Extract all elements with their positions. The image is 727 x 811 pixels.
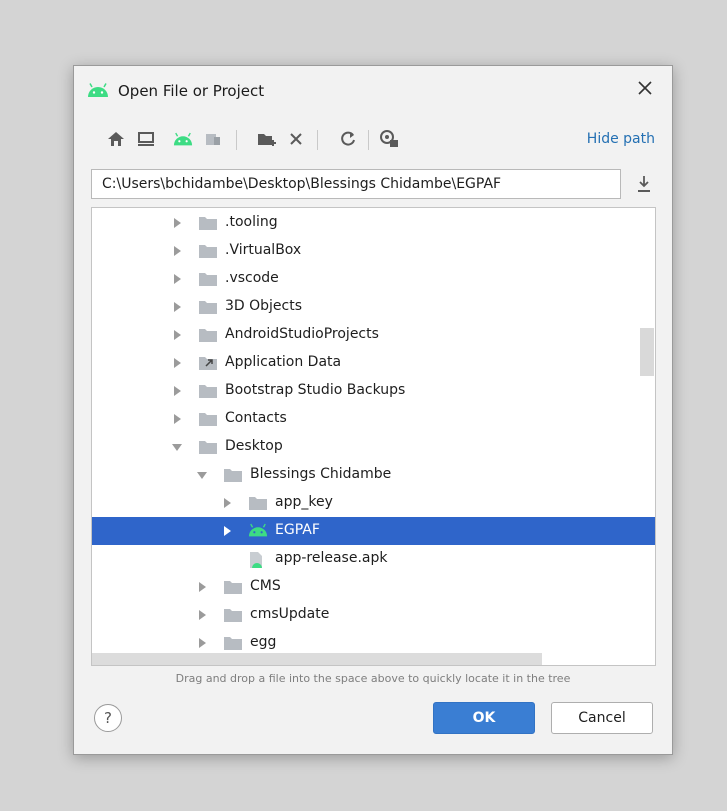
expand-arrow-icon[interactable] xyxy=(174,330,181,340)
tree-item-label: cmsUpdate xyxy=(250,606,330,622)
tree-item-label: egg xyxy=(250,634,277,650)
folder-icon xyxy=(248,495,268,511)
expand-arrow-icon[interactable] xyxy=(174,358,181,368)
expand-arrow-icon[interactable] xyxy=(174,246,181,256)
tree-item[interactable]: .tooling xyxy=(92,209,655,237)
folder-icon xyxy=(198,411,218,427)
toolbar-separator xyxy=(317,130,318,150)
tree-item[interactable]: Contacts xyxy=(92,405,655,433)
delete-icon[interactable] xyxy=(284,127,308,151)
tree-item-label: .vscode xyxy=(225,270,279,286)
tree-item-label: Bootstrap Studio Backups xyxy=(225,382,406,398)
tree-item-label: CMS xyxy=(250,578,281,594)
tree-item-label: .VirtualBox xyxy=(225,242,302,258)
home-icon[interactable] xyxy=(104,127,128,151)
folder-icon xyxy=(198,271,218,287)
tree-item[interactable]: Bootstrap Studio Backups xyxy=(92,377,655,405)
expand-arrow-icon[interactable] xyxy=(199,638,206,648)
tree-item-label: app-release.apk xyxy=(275,550,388,566)
tree-item-label: AndroidStudioProjects xyxy=(225,326,379,342)
collapse-arrow-icon[interactable] xyxy=(172,444,182,451)
tree-item-label: .tooling xyxy=(225,214,278,230)
folder-icon xyxy=(223,635,243,651)
tree-item[interactable]: .vscode xyxy=(92,265,655,293)
folder-icon xyxy=(198,299,218,315)
expand-arrow-icon[interactable] xyxy=(174,386,181,396)
tree-item[interactable]: CMS xyxy=(92,573,655,601)
folder-icon xyxy=(198,439,218,455)
open-file-dialog: Open File or Project Hide path C:\Users\… xyxy=(73,65,673,755)
vertical-scrollbar[interactable] xyxy=(640,328,654,376)
expand-arrow-icon[interactable] xyxy=(224,526,231,536)
folder-icon xyxy=(198,327,218,343)
horizontal-scrollbar[interactable] xyxy=(92,653,542,665)
hide-path-link[interactable]: Hide path xyxy=(587,131,655,147)
tree-item-label: 3D Objects xyxy=(225,298,303,314)
folder-icon xyxy=(223,579,243,595)
toolbar-separator xyxy=(236,130,237,150)
expand-arrow-icon[interactable] xyxy=(174,302,181,312)
drag-drop-hint: Drag and drop a file into the space abov… xyxy=(175,672,571,685)
close-icon xyxy=(638,81,652,99)
expand-arrow-icon[interactable] xyxy=(224,498,231,508)
tree-item[interactable]: AndroidStudioProjects xyxy=(92,321,655,349)
android-icon xyxy=(87,83,109,97)
tree-item[interactable]: app_key xyxy=(92,489,655,517)
folder-icon xyxy=(198,243,218,259)
tree-item-label: EGPAF xyxy=(275,522,320,538)
tree-item-label: Contacts xyxy=(225,410,287,426)
expand-arrow-icon[interactable] xyxy=(174,274,181,284)
dialog-title: Open File or Project xyxy=(118,82,265,100)
tree-item[interactable]: Desktop xyxy=(92,433,655,461)
folder-icon xyxy=(223,607,243,623)
expand-arrow-icon[interactable] xyxy=(174,414,181,424)
apk-file-icon xyxy=(248,551,268,568)
toolbar-separator xyxy=(368,130,369,150)
tree-item-label: Desktop xyxy=(225,438,283,454)
refresh-icon[interactable] xyxy=(336,127,360,151)
ok-button[interactable]: OK xyxy=(433,702,535,734)
folder-icon xyxy=(223,467,243,483)
close-button[interactable] xyxy=(630,75,660,105)
android-project-icon xyxy=(248,523,268,539)
new-folder-icon[interactable] xyxy=(255,127,279,151)
tree-item[interactable]: Application Data xyxy=(92,349,655,377)
path-input[interactable] xyxy=(91,169,621,199)
folder-icon xyxy=(198,383,218,399)
expand-arrow-icon[interactable] xyxy=(199,610,206,620)
download-icon[interactable] xyxy=(633,173,655,195)
desktop-icon[interactable] xyxy=(134,127,158,151)
collapse-arrow-icon[interactable] xyxy=(197,472,207,479)
cancel-button[interactable]: Cancel xyxy=(551,702,653,734)
dialog-titlebar: Open File or Project xyxy=(74,66,672,116)
expand-arrow-icon[interactable] xyxy=(199,582,206,592)
help-button[interactable]: ? xyxy=(94,704,122,732)
tree-item-label: Application Data xyxy=(225,354,342,370)
tree-item[interactable]: EGPAF xyxy=(92,517,655,545)
tree-item-label: Blessings Chidambe xyxy=(250,466,392,482)
module-icon[interactable] xyxy=(201,127,225,151)
tree-item[interactable]: cmsUpdate xyxy=(92,601,655,629)
tree-item[interactable]: .VirtualBox xyxy=(92,237,655,265)
show-hidden-icon[interactable] xyxy=(377,127,401,151)
tree-item-label: app_key xyxy=(275,494,333,510)
expand-arrow-icon[interactable] xyxy=(174,218,181,228)
file-tree[interactable]: egg cmsUpdate CMS app-release.apk EGPAF app_k… xyxy=(91,207,656,666)
folder-icon xyxy=(198,215,218,231)
tree-item[interactable]: Blessings Chidambe xyxy=(92,461,655,489)
file-chooser-toolbar: Hide path xyxy=(74,124,672,154)
android-project-icon[interactable] xyxy=(171,127,195,151)
tree-item[interactable]: 3D Objects xyxy=(92,293,655,321)
tree-item[interactable]: app-release.apk xyxy=(92,545,655,573)
folder-link-icon xyxy=(198,355,218,371)
